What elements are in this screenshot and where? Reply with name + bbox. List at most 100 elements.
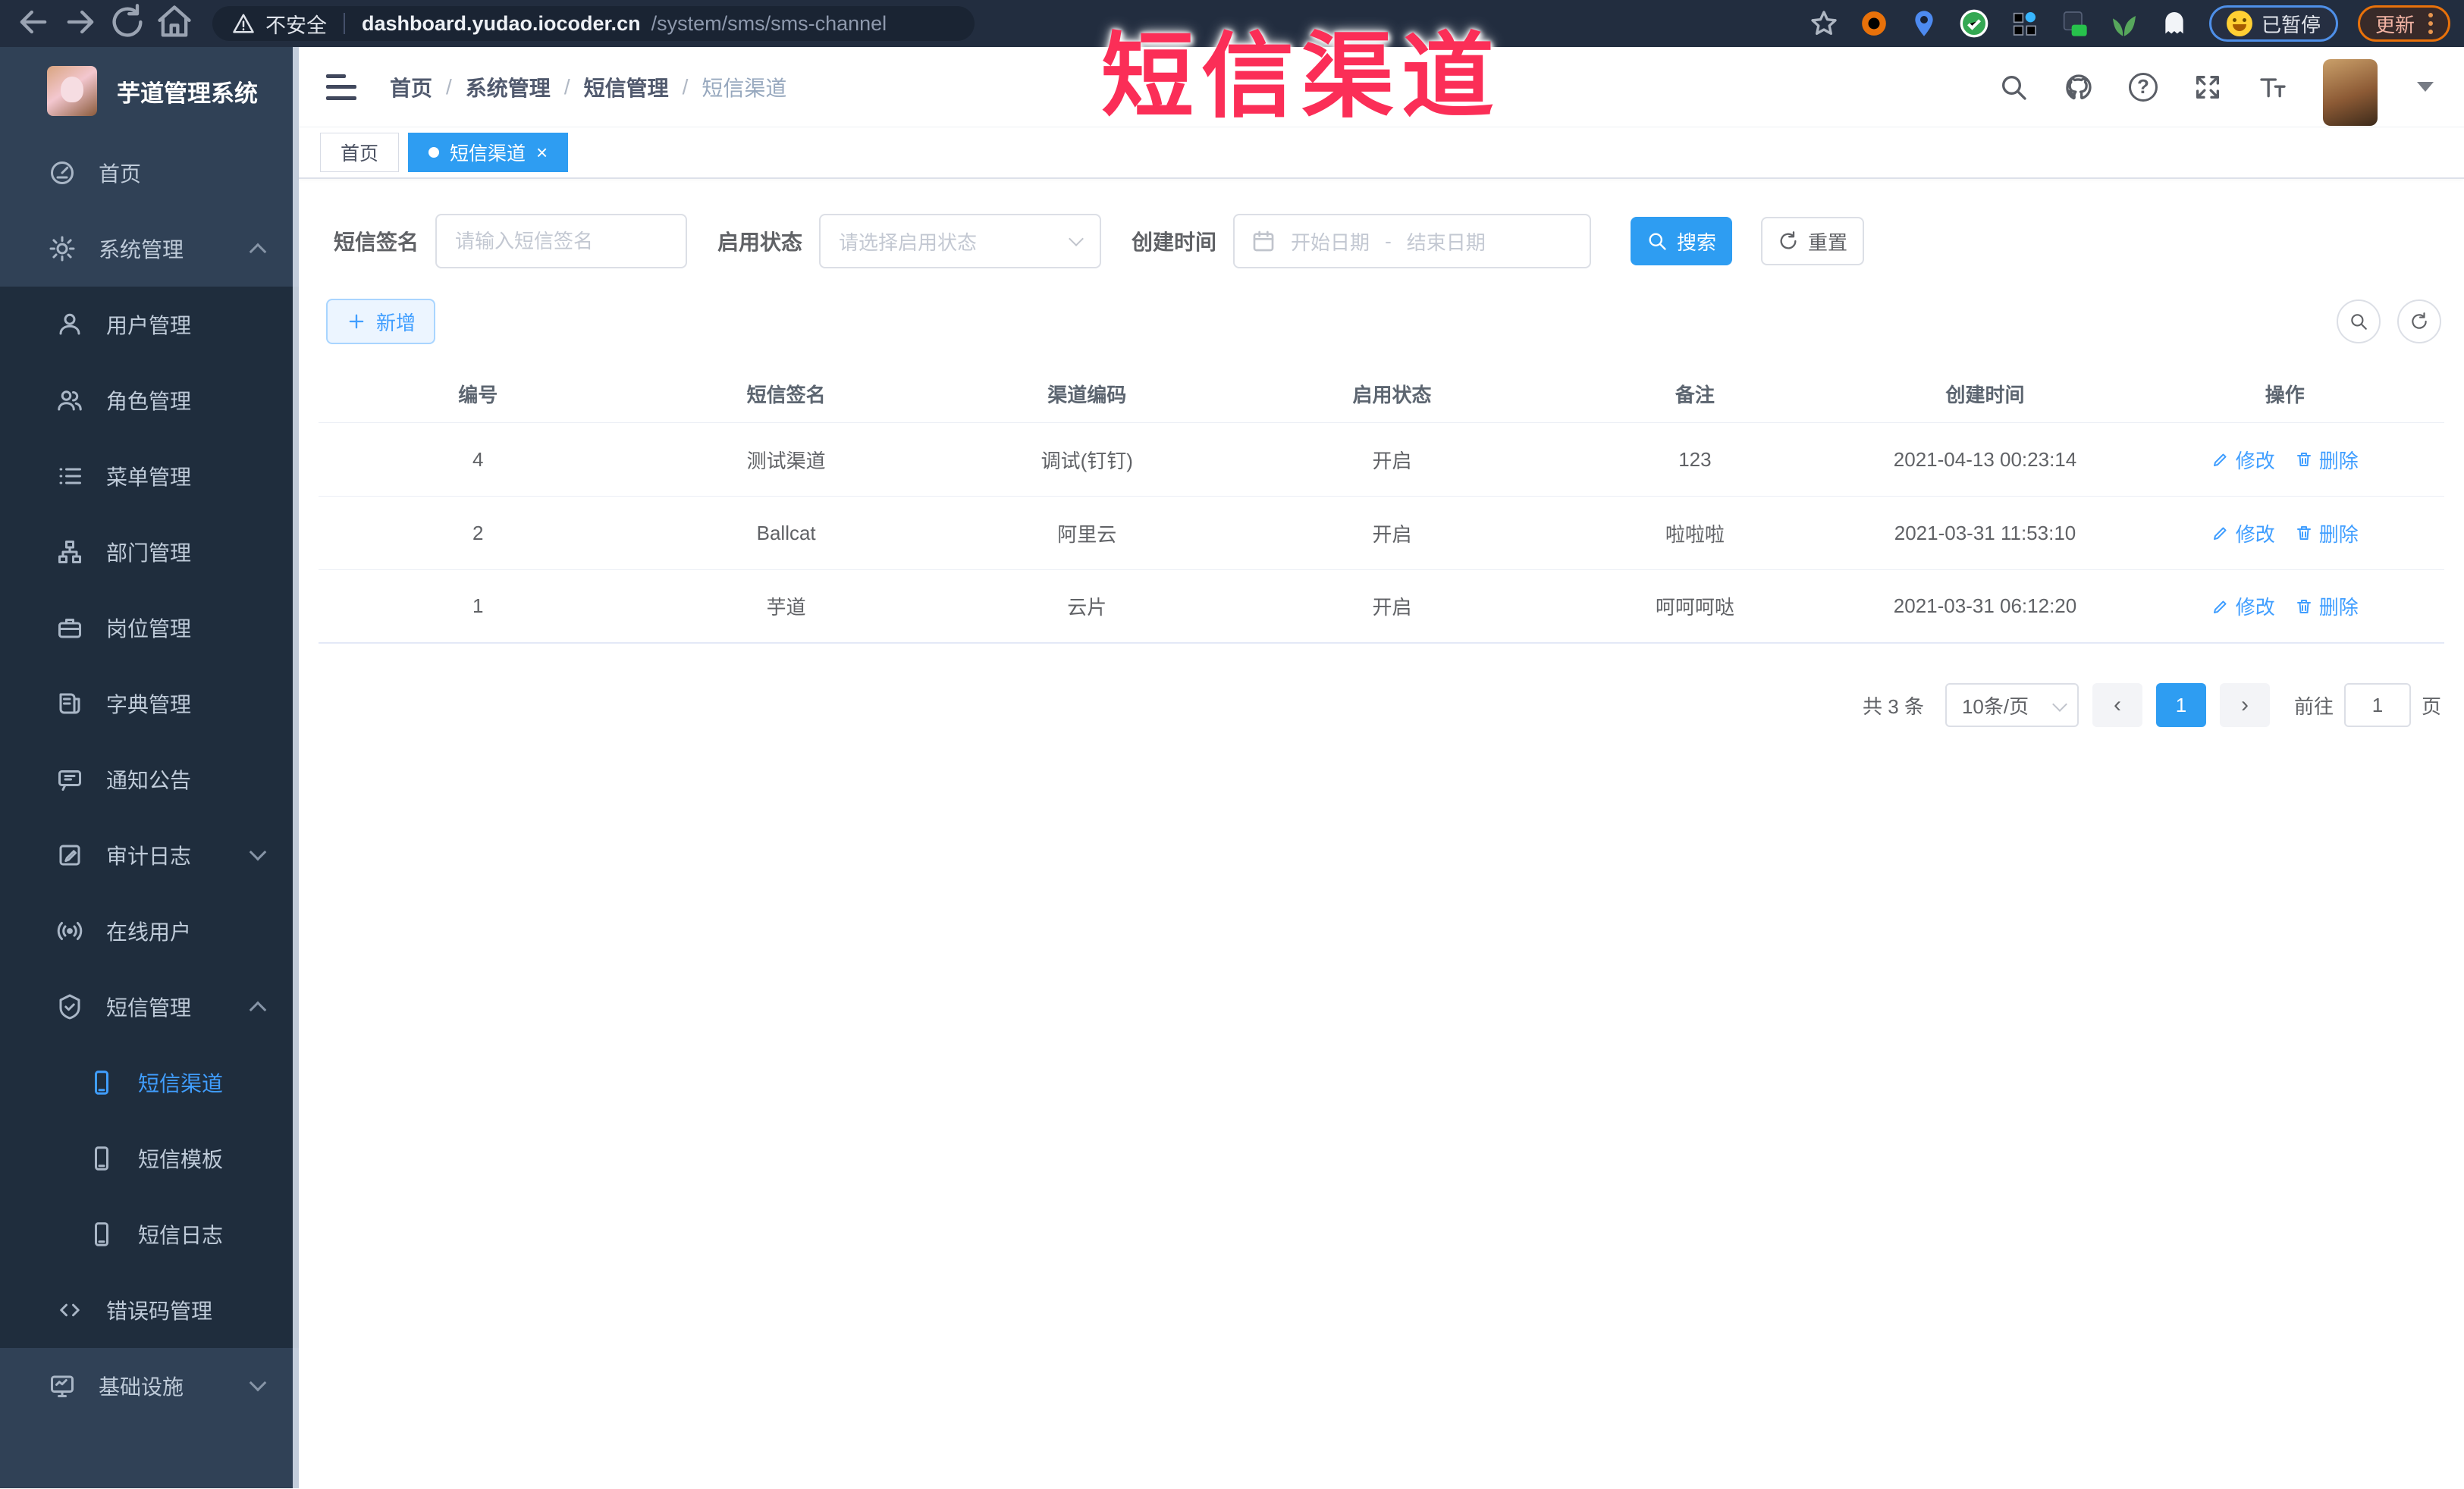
- user-icon: [56, 311, 83, 338]
- edit-icon: [2211, 450, 2230, 469]
- browser-forward-button[interactable]: [61, 4, 100, 43]
- github-icon[interactable]: [2064, 72, 2094, 102]
- extension-check-icon[interactable]: [1959, 8, 1989, 39]
- edit-label: 修改: [2235, 522, 2275, 546]
- sidebar-item-sms-channel[interactable]: 短信渠道: [0, 1045, 299, 1121]
- cell-signature: 测试渠道: [746, 449, 826, 472]
- delete-link[interactable]: 删除: [2295, 592, 2359, 620]
- font-size-icon[interactable]: [2258, 72, 2288, 102]
- address-bar[interactable]: 不安全 dashboard.yudao.iocoder.cn/system/sm…: [212, 6, 975, 41]
- add-button-label: 新增: [375, 311, 416, 334]
- breadcrumb-system[interactable]: 系统管理: [466, 72, 551, 102]
- users-icon: [56, 387, 83, 414]
- browser-reload-button[interactable]: [108, 3, 147, 43]
- sidebar-item-posts[interactable]: 岗位管理: [0, 590, 299, 666]
- next-page-button[interactable]: ›: [2219, 683, 2270, 727]
- sidebar-item-users[interactable]: 用户管理: [0, 287, 299, 362]
- hamburger-icon[interactable]: [326, 74, 356, 100]
- sidebar-item-home[interactable]: 首页: [0, 135, 299, 211]
- prev-page-button[interactable]: ‹: [2092, 683, 2142, 727]
- refresh-table-button[interactable]: [2397, 299, 2441, 343]
- sidebar-item-online-users[interactable]: 在线用户: [0, 893, 299, 969]
- extension-donut-icon[interactable]: [1859, 8, 1889, 39]
- breadcrumb-separator: /: [682, 74, 689, 99]
- table-row: 2 Ballcat 阿里云 开启 啦啦啦 2021-03-31 11:53:10…: [319, 497, 2444, 570]
- sidebar-item-system[interactable]: 系统管理: [0, 211, 299, 287]
- sidebar-item-label: 用户管理: [106, 314, 192, 337]
- sidebar-item-sms-management[interactable]: 短信管理: [0, 969, 299, 1045]
- app-logo[interactable]: 芋道管理系统: [0, 47, 299, 135]
- browser-update-button[interactable]: 更新: [2357, 5, 2450, 42]
- help-icon[interactable]: ?: [2129, 72, 2158, 102]
- search-icon[interactable]: [1998, 72, 2029, 102]
- extension-pin-icon[interactable]: [1909, 8, 1939, 39]
- chevron-down-icon: [249, 843, 267, 861]
- extension-ghost-icon[interactable]: [2159, 8, 2189, 39]
- code-icon: [56, 1296, 83, 1324]
- status-select[interactable]: 请选择启用状态: [819, 214, 1102, 268]
- chevron-down-icon: [249, 1374, 267, 1392]
- toggle-search-button[interactable]: [2337, 299, 2381, 343]
- delete-link[interactable]: 删除: [2295, 446, 2359, 474]
- extension-leaf-icon[interactable]: [2109, 8, 2139, 39]
- sidebar-item-roles[interactable]: 角色管理: [0, 362, 299, 438]
- app-title: 芋道管理系统: [117, 80, 258, 107]
- sidebar-item-error-codes[interactable]: 错误码管理: [0, 1272, 299, 1348]
- trash-icon: [2295, 450, 2313, 469]
- browser-back-button[interactable]: [14, 4, 53, 43]
- tab-home[interactable]: 首页: [320, 133, 400, 172]
- date-range-picker[interactable]: 开始日期 - 结束日期: [1233, 214, 1592, 268]
- edit-link[interactable]: 修改: [2211, 446, 2275, 474]
- goto-page-input[interactable]: [2343, 683, 2411, 727]
- sidebar-item-sms-template[interactable]: 短信模板: [0, 1121, 299, 1196]
- fullscreen-icon[interactable]: [2192, 72, 2223, 102]
- sidebar-item-departments[interactable]: 部门管理: [0, 514, 299, 590]
- cell-status: 开启: [1372, 596, 1412, 619]
- tab-close-icon[interactable]: ×: [536, 143, 548, 162]
- reset-button[interactable]: 重置: [1761, 217, 1865, 265]
- sidebar-item-infrastructure[interactable]: 基础设施: [0, 1348, 299, 1424]
- edit-icon: [2211, 597, 2230, 616]
- tab-sms-channel[interactable]: 短信渠道 ×: [408, 133, 569, 172]
- url-path: /system/sms/sms-channel: [651, 11, 887, 35]
- sidebar-item-label: 短信模板: [138, 1148, 224, 1171]
- profile-emoji-icon: [2226, 11, 2252, 36]
- cell-created: 2021-03-31 11:53:10: [1894, 521, 2076, 544]
- delete-link[interactable]: 删除: [2295, 519, 2359, 547]
- status-label: 启用状态: [717, 230, 803, 254]
- date-start-placeholder: 开始日期: [1291, 230, 1370, 254]
- main-content: 首页 / 系统管理 / 短信管理 / 短信渠道 ? 首页 短信渠道 × 短信签名…: [299, 47, 2464, 1488]
- edit-link[interactable]: 修改: [2211, 519, 2275, 547]
- signature-input[interactable]: [435, 214, 688, 268]
- profile-paused-chip[interactable]: 已暂停: [2208, 5, 2338, 42]
- extension-on-badge-icon[interactable]: [2059, 8, 2089, 39]
- search-icon: [2349, 312, 2368, 331]
- sidebar-item-sms-log[interactable]: 短信日志: [0, 1196, 299, 1272]
- caret-down-icon[interactable]: [2417, 82, 2434, 92]
- extension-grid-icon[interactable]: [2009, 8, 2039, 39]
- current-page-button[interactable]: 1: [2155, 683, 2206, 727]
- bookmark-star-icon[interactable]: [1809, 8, 1839, 39]
- chevron-down-icon: [1069, 231, 1084, 246]
- sidebar-item-announcements[interactable]: 通知公告: [0, 741, 299, 817]
- edit-link[interactable]: 修改: [2211, 592, 2275, 620]
- page-size-select[interactable]: 10条/页: [1945, 683, 2079, 727]
- cell-actions: 修改 删除: [2126, 519, 2444, 547]
- sidebar-item-label: 基础设施: [99, 1375, 184, 1399]
- date-end-placeholder: 结束日期: [1406, 230, 1486, 254]
- breadcrumb-sms[interactable]: 短信管理: [584, 72, 669, 102]
- user-avatar[interactable]: [2323, 58, 2378, 126]
- breadcrumb-separator: /: [446, 74, 452, 99]
- add-button[interactable]: 新增: [326, 299, 435, 344]
- table-tools: [2337, 299, 2441, 343]
- not-secure-warning-icon: [232, 12, 255, 35]
- sidebar-item-dictionary[interactable]: 字典管理: [0, 666, 299, 741]
- sidebar-item-label: 系统管理: [99, 238, 184, 262]
- browser-home-button[interactable]: [155, 4, 194, 43]
- breadcrumb-home[interactable]: 首页: [390, 72, 432, 102]
- sidebar-item-audit-log[interactable]: 审计日志: [0, 817, 299, 893]
- browser-menu-dots-icon[interactable]: [2428, 13, 2433, 34]
- sidebar-item-menus[interactable]: 菜单管理: [0, 438, 299, 514]
- search-button[interactable]: 搜索: [1631, 217, 1733, 265]
- edit-icon: [2211, 524, 2230, 542]
